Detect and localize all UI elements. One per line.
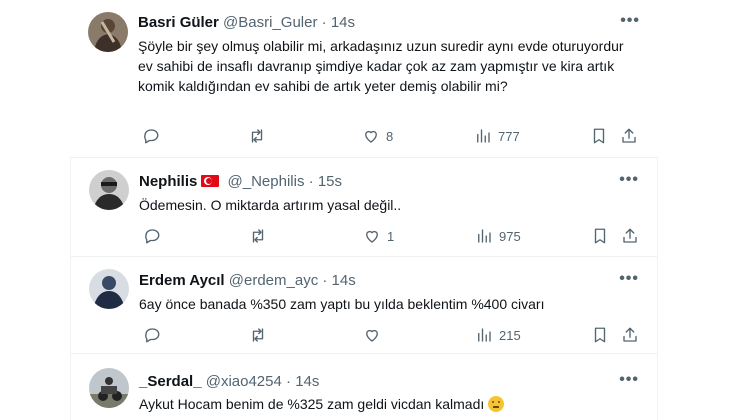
author-handle[interactable]: @xiao4254	[206, 373, 282, 390]
author-handle[interactable]: @Basri_Guler	[223, 14, 317, 31]
neutral-face-emoji-icon	[488, 396, 505, 412]
more-options-icon[interactable]: •••	[619, 270, 639, 288]
tweet-text-content: Aykut Hocam benim de %325 zam geldi vicd…	[139, 396, 485, 412]
tweet-actions: 215	[137, 325, 641, 345]
tweet[interactable]: Basri Güler @Basri_Guler · 14s ••• Şöyle…	[70, 0, 658, 158]
tweet-header: Basri Güler @Basri_Guler · 14s	[138, 14, 355, 31]
tweet-header: Nephilis @_Nephilis · 15s	[139, 173, 342, 190]
author-name[interactable]: _Serdal_	[139, 373, 202, 390]
share-button[interactable]	[621, 325, 639, 345]
tweet-text: Ödemesin. O miktarda artırım yasal değil…	[139, 197, 402, 213]
tweet[interactable]: Nephilis @_Nephilis · 15s ••• Ödemesin. …	[70, 158, 658, 256]
reply-button[interactable]	[143, 226, 161, 246]
timestamp[interactable]: 14s	[295, 373, 319, 390]
reply-feed: Basri Güler @Basri_Guler · 14s ••• Şöyle…	[0, 0, 730, 420]
retweet-icon	[252, 328, 264, 342]
heart-icon	[366, 230, 378, 243]
reply-icon	[144, 129, 159, 144]
retweet-button[interactable]	[249, 226, 267, 246]
avatar[interactable]	[89, 269, 129, 309]
bookmark-icon	[593, 128, 605, 144]
avatar[interactable]	[89, 170, 129, 210]
author-name[interactable]: Erdem Aycıl	[139, 272, 225, 289]
share-icon	[623, 327, 637, 342]
views-button[interactable]: 777	[474, 126, 520, 146]
like-button[interactable]: 8	[362, 126, 393, 146]
author-name[interactable]: Nephilis	[139, 173, 197, 190]
more-options-icon[interactable]: •••	[619, 171, 639, 189]
author-handle[interactable]: @erdem_ayc	[229, 272, 318, 289]
retweet-button[interactable]	[249, 325, 267, 345]
like-count: 8	[386, 128, 394, 144]
tweet-header: _Serdal_ @xiao4254 · 14s	[139, 373, 319, 390]
reply-icon	[145, 328, 160, 343]
separator-dot: ·	[322, 272, 328, 289]
tweet-actions: 1 975	[137, 226, 641, 246]
like-button[interactable]	[363, 325, 387, 345]
tweet-text: Şöyle bir şey olmuş olabilir mi, arkadaş…	[138, 38, 624, 94]
more-options-icon[interactable]: •••	[620, 12, 640, 30]
separator-dot: ·	[286, 373, 292, 390]
turkey-flag-icon	[201, 175, 220, 187]
heart-icon	[365, 130, 377, 143]
separator-dot: ·	[321, 14, 327, 31]
reply-icon	[145, 229, 160, 244]
views-button[interactable]: 215	[475, 325, 521, 345]
views-icon	[478, 229, 491, 243]
author-handle[interactable]: @_Nephilis	[228, 173, 305, 190]
retweet-icon	[251, 129, 263, 143]
tweet[interactable]: Erdem Aycıl @erdem_ayc · 14s ••• 6ay önc…	[70, 257, 658, 353]
tweet-text: 6ay önce banada %350 zam yaptı bu yılda …	[139, 296, 545, 312]
avatar[interactable]	[88, 12, 128, 52]
view-count: 777	[498, 128, 520, 144]
heart-icon	[366, 329, 378, 342]
share-button[interactable]	[620, 126, 638, 146]
avatar[interactable]	[89, 368, 129, 408]
views-icon	[478, 328, 491, 342]
views-button[interactable]: 975	[475, 226, 521, 246]
tweet[interactable]: _Serdal_ @xiao4254 · 14s ••• Aykut Hocam…	[70, 354, 658, 420]
bookmark-button[interactable]	[591, 226, 609, 246]
tweet-header: Erdem Aycıl @erdem_ayc · 14s	[139, 272, 356, 289]
retweet-icon	[252, 229, 264, 243]
more-options-icon[interactable]: •••	[619, 371, 639, 389]
like-button[interactable]: 1	[363, 226, 394, 246]
view-count: 215	[499, 327, 521, 343]
share-button[interactable]	[621, 226, 639, 246]
separator-dot: ·	[308, 173, 314, 190]
share-icon	[623, 228, 637, 243]
retweet-button[interactable]	[248, 126, 266, 146]
timestamp[interactable]: 15s	[318, 173, 342, 190]
reply-button[interactable]	[142, 126, 160, 146]
timestamp[interactable]: 14s	[331, 14, 355, 31]
reply-button[interactable]	[143, 325, 161, 345]
timestamp[interactable]: 14s	[332, 272, 356, 289]
tweet-text: Aykut Hocam benim de %325 zam geldi vicd…	[139, 394, 639, 414]
bookmark-icon	[594, 228, 606, 244]
author-name[interactable]: Basri Güler	[138, 14, 219, 31]
bookmark-button[interactable]	[591, 325, 609, 345]
bookmark-button[interactable]	[590, 126, 608, 146]
view-count: 975	[499, 228, 521, 244]
views-icon	[477, 129, 490, 143]
like-count: 1	[387, 228, 395, 244]
bookmark-icon	[594, 327, 606, 343]
tweet-actions: 8 777	[136, 126, 640, 146]
share-icon	[622, 128, 636, 143]
